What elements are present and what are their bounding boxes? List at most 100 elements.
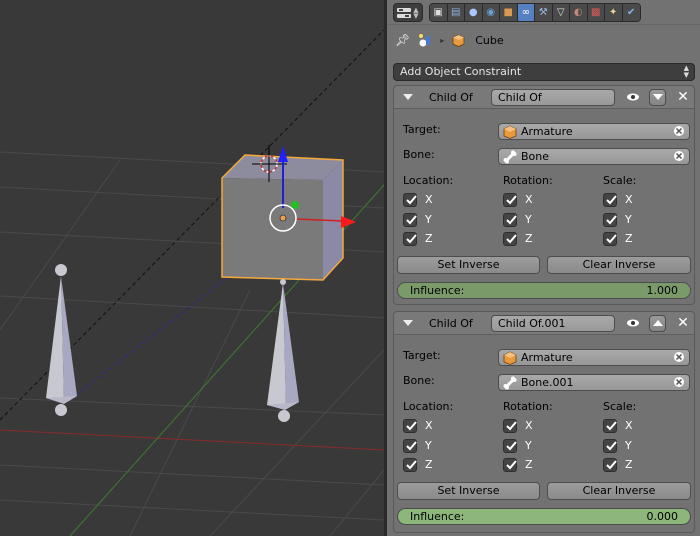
cube-icon: ■ [503, 7, 513, 18]
move-constraint-button[interactable] [649, 89, 666, 106]
cube-icon [452, 34, 465, 47]
add-object-constraint-dropdown[interactable]: Add Object Constraint ▲ ▼ [393, 63, 695, 81]
influence-slider[interactable]: Influence: 0.000 [397, 508, 691, 525]
add-constraint-label: Add Object Constraint [400, 65, 522, 78]
tab-scene[interactable]: ● [465, 4, 483, 21]
bone-right[interactable] [267, 279, 299, 422]
target-field[interactable]: Armature [498, 349, 690, 366]
eye-icon[interactable] [626, 90, 640, 104]
particles-icon: ✦ [609, 7, 618, 18]
3d-viewport[interactable] [0, 0, 384, 536]
breadcrumb: 📌︎ ▸ Cube [395, 31, 504, 49]
rotation-x-checkbox[interactable] [503, 419, 517, 433]
eye-icon[interactable] [626, 316, 640, 330]
pin-icon[interactable]: 📌︎ [395, 33, 410, 47]
location-y-checkbox[interactable] [403, 212, 417, 227]
checkmark-icon [406, 460, 417, 470]
updown-arrows-icon: ▲ ▼ [683, 64, 689, 79]
texture-icon: ▩ [591, 7, 601, 18]
clear-field-icon[interactable] [673, 351, 685, 363]
bone-field[interactable]: Bone [498, 148, 690, 165]
scale-y-label: Y [625, 212, 632, 226]
tab-render[interactable]: ▣ [430, 4, 448, 21]
location-y-label: Y [425, 438, 432, 452]
tab-world[interactable]: ◉ [482, 4, 500, 21]
rotation-z-checkbox[interactable] [503, 232, 517, 246]
scale-z-label: Z [625, 232, 633, 245]
clear-field-icon[interactable] [673, 376, 685, 388]
clear-field-icon[interactable] [673, 150, 685, 162]
scale-x-checkbox[interactable] [603, 193, 617, 207]
rotation-x-checkbox[interactable] [503, 193, 517, 207]
tab-particles[interactable]: ✦ [605, 4, 623, 21]
tab-texture[interactable]: ▩ [587, 4, 605, 21]
set-inverse-button[interactable]: Set Inverse [397, 482, 540, 500]
object-origin-icon [279, 214, 287, 222]
location-z-checkbox[interactable] [403, 458, 417, 472]
constraint-header: Child Of Child Of ✕ [394, 86, 694, 109]
tab-data[interactable]: ▽ [552, 4, 570, 21]
wrench-icon: ⚒ [538, 7, 548, 18]
rotation-z-label: Z [525, 458, 533, 471]
bone-label: Bone: [403, 374, 435, 387]
scale-x-label: X [625, 419, 633, 432]
rotation-z-checkbox[interactable] [503, 458, 517, 472]
rotation-y-checkbox[interactable] [503, 438, 517, 453]
tab-modifiers[interactable]: ⚒ [535, 4, 553, 21]
scale-y-checkbox[interactable] [603, 438, 617, 453]
bone-field[interactable]: Bone.001 [498, 374, 690, 391]
checkmark-icon [606, 421, 617, 431]
tab-constraints[interactable]: ∞ [517, 4, 535, 21]
influence-slider[interactable]: Influence: 1.000 [397, 282, 691, 299]
target-label: Target: [403, 349, 441, 362]
tab-object[interactable]: ■ [500, 4, 518, 21]
tab-physics[interactable]: ✔ [622, 4, 640, 21]
checkmark-icon [406, 195, 417, 205]
location-z-label: Z [425, 232, 433, 245]
rotation-x-label: X [525, 193, 533, 206]
clear-field-icon[interactable] [673, 125, 685, 137]
constraint-name-field[interactable]: Child Of.001 [491, 315, 615, 332]
location-x-label: X [425, 419, 433, 432]
target-label: Target: [403, 123, 441, 136]
influence-value: 1.000 [646, 284, 679, 297]
rotation-y-label: Y [525, 438, 532, 452]
location-label: Location: [403, 400, 454, 413]
location-y-checkbox[interactable] [403, 438, 417, 453]
z-arrow-icon[interactable] [278, 146, 288, 162]
location-x-checkbox[interactable] [403, 193, 417, 207]
viewport-scene[interactable] [0, 0, 384, 536]
bone-value: Bone.001 [521, 376, 574, 389]
collapse-triangle-icon[interactable] [403, 320, 413, 326]
object-icon [503, 125, 517, 139]
move-constraint-button[interactable] [649, 315, 666, 332]
context-tabs: ▣ ▤ ● ◉ ■ ∞ ⚒ ▽ ◐ ▩ ✦ ✔ [429, 3, 641, 22]
scale-y-checkbox[interactable] [603, 212, 617, 227]
rotation-x-label: X [525, 419, 533, 432]
delete-constraint-icon[interactable]: ✕ [676, 315, 690, 332]
x-arrow-icon[interactable] [341, 216, 356, 228]
material-icon: ◐ [573, 7, 583, 18]
scale-z-checkbox[interactable] [603, 232, 617, 246]
rotation-y-checkbox[interactable] [503, 212, 517, 227]
collapse-triangle-icon[interactable] [403, 94, 413, 100]
checkmark-icon [506, 234, 517, 244]
bone-left[interactable] [46, 264, 77, 416]
constraint-name-field[interactable]: Child Of [491, 89, 615, 106]
location-z-checkbox[interactable] [403, 232, 417, 246]
target-field[interactable]: Armature [498, 123, 690, 140]
location-x-checkbox[interactable] [403, 419, 417, 433]
checkmark-icon [406, 234, 417, 244]
rotation-y-label: Y [525, 212, 532, 226]
clear-inverse-button[interactable]: Clear Inverse [547, 256, 691, 274]
scale-z-checkbox[interactable] [603, 458, 617, 472]
clear-inverse-button[interactable]: Clear Inverse [547, 482, 691, 500]
delete-constraint-icon[interactable]: ✕ [676, 89, 690, 106]
scale-x-checkbox[interactable] [603, 419, 617, 433]
properties-editor-icon [397, 7, 412, 18]
tab-render-layers[interactable]: ▤ [447, 4, 465, 21]
checkmark-icon [506, 195, 517, 205]
tab-material[interactable]: ◐ [570, 4, 588, 21]
editor-type-button[interactable]: ▲ ▼ [393, 3, 423, 22]
set-inverse-button[interactable]: Set Inverse [397, 256, 540, 274]
